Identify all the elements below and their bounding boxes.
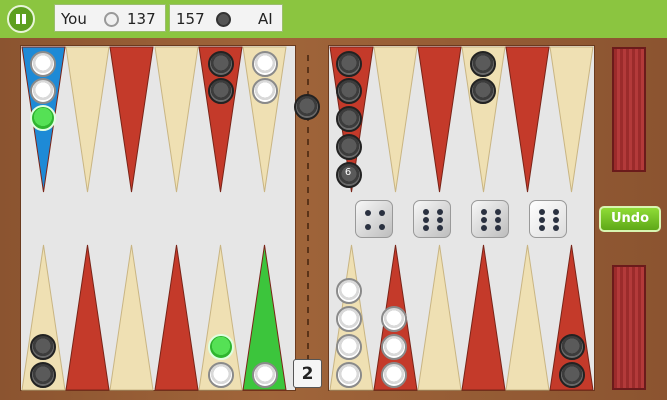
- die-pip: [437, 217, 443, 223]
- black-checker[interactable]: [294, 94, 320, 120]
- black-checker[interactable]: [336, 106, 362, 132]
- highlighted-checker[interactable]: [208, 334, 234, 360]
- highlighted-checker[interactable]: [30, 105, 56, 131]
- die-pip: [379, 224, 385, 230]
- die-1[interactable]: [355, 200, 393, 238]
- die-pip: [437, 225, 443, 231]
- die-pip: [539, 217, 545, 223]
- die-pip: [423, 217, 429, 223]
- board-point-12[interactable]: [549, 46, 594, 193]
- die-pip: [495, 217, 501, 223]
- white-checker[interactable]: [381, 334, 407, 360]
- black-checker[interactable]: [30, 334, 56, 360]
- die-pip: [539, 225, 545, 231]
- die-pip: [481, 225, 487, 231]
- doubling-cube[interactable]: 2: [293, 359, 322, 388]
- die-pip: [365, 210, 371, 216]
- stack-count-label: 6: [344, 167, 352, 178]
- die-pip: [379, 210, 385, 216]
- white-checker[interactable]: [381, 362, 407, 388]
- board-point-3[interactable]: [109, 46, 154, 193]
- white-checker[interactable]: [208, 362, 234, 388]
- die-pip: [495, 209, 501, 215]
- black-checker[interactable]: [30, 362, 56, 388]
- die-pip: [481, 217, 487, 223]
- die-pip: [495, 225, 501, 231]
- black-checker[interactable]: [470, 78, 496, 104]
- black-checker[interactable]: [208, 78, 234, 104]
- die-pip: [365, 224, 371, 230]
- board-point-16[interactable]: [154, 244, 199, 391]
- white-checker[interactable]: [30, 51, 56, 77]
- white-checker[interactable]: [336, 362, 362, 388]
- undo-button[interactable]: Undo: [599, 206, 661, 232]
- board-point-8[interactable]: [373, 46, 418, 193]
- die-pip: [539, 209, 545, 215]
- board-point-21[interactable]: [417, 244, 462, 391]
- board-point-11[interactable]: [505, 46, 550, 193]
- white-checker[interactable]: [30, 78, 56, 104]
- black-checker[interactable]: [208, 51, 234, 77]
- black-checker[interactable]: [470, 51, 496, 77]
- black-checker[interactable]: [559, 334, 585, 360]
- board-point-4[interactable]: [154, 46, 199, 193]
- black-checker[interactable]: [559, 362, 585, 388]
- white-checker[interactable]: [252, 362, 278, 388]
- board-point-23[interactable]: [505, 244, 550, 391]
- white-checker[interactable]: [336, 278, 362, 304]
- die-pip: [553, 217, 559, 223]
- die-pip: [423, 209, 429, 215]
- black-checker[interactable]: [336, 134, 362, 160]
- die-pip: [437, 209, 443, 215]
- white-checker[interactable]: [252, 78, 278, 104]
- black-checker[interactable]: [336, 51, 362, 77]
- die-4[interactable]: [529, 200, 567, 238]
- board-point-15[interactable]: [109, 244, 154, 391]
- white-checker[interactable]: [381, 306, 407, 332]
- white-checker[interactable]: [336, 306, 362, 332]
- black-checker[interactable]: [336, 78, 362, 104]
- board-point-22[interactable]: [461, 244, 506, 391]
- board-point-9[interactable]: [417, 46, 462, 193]
- die-pip: [423, 225, 429, 231]
- white-checker[interactable]: [252, 51, 278, 77]
- die-3[interactable]: [471, 200, 509, 238]
- board-point-14[interactable]: [65, 244, 110, 391]
- die-pip: [481, 209, 487, 215]
- die-2[interactable]: [413, 200, 451, 238]
- die-pip: [553, 225, 559, 231]
- board-point-2[interactable]: [65, 46, 110, 193]
- die-pip: [553, 209, 559, 215]
- white-checker[interactable]: [336, 334, 362, 360]
